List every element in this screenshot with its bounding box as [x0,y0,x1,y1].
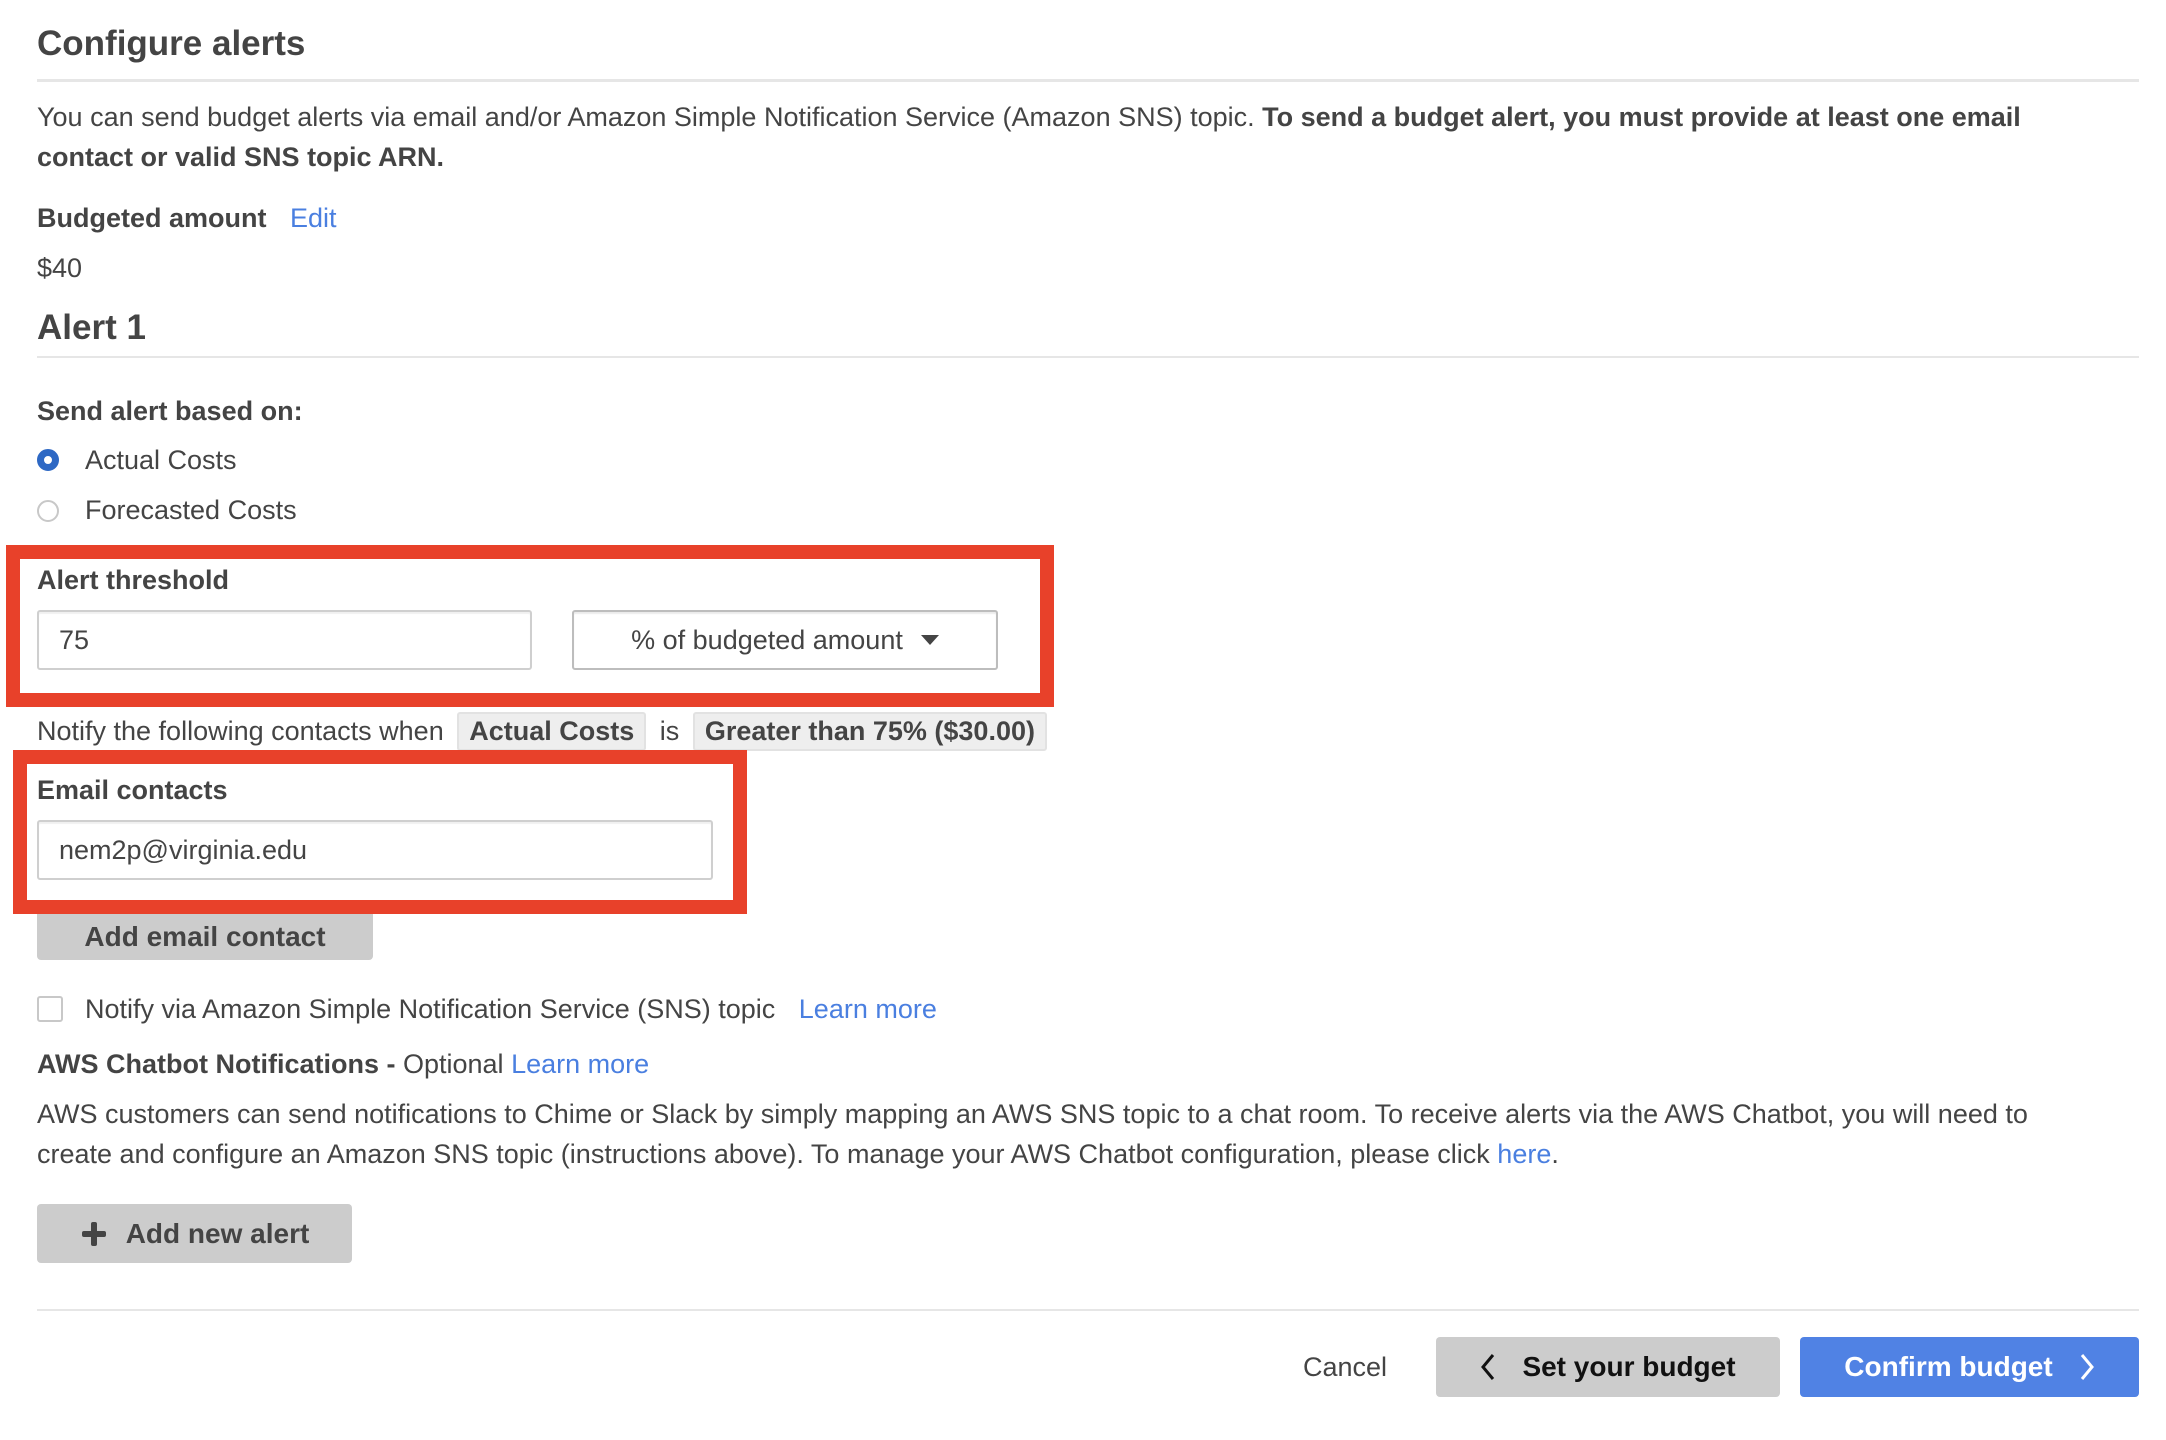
add-new-alert-label: Add new alert [125,1217,310,1249]
set-your-budget-label: Set your budget [1522,1351,1736,1382]
radio-forecasted-costs-label: Forecasted Costs [85,495,297,525]
sns-checkbox[interactable] [37,996,63,1022]
alert-threshold-label: Alert threshold [37,565,230,595]
budgeted-amount-label: Budgeted amount [37,203,267,233]
chatbot-learn-more-link[interactable]: Learn more [511,1049,649,1079]
intro-text-line2: contact or valid SNS topic ARN. [37,142,445,172]
edit-budget-link[interactable]: Edit [290,203,337,233]
add-new-alert-button[interactable]: Add new alert [37,1204,352,1263]
email-contact-value: nem2p@virginia.edu [59,834,308,865]
condition-chip: Greater than 75% ($30.00) [692,712,1047,751]
title-divider [37,79,2139,82]
chatbot-desc-end: . [1551,1139,1559,1169]
radio-actual-costs[interactable]: Actual Costs [37,445,437,477]
footer-divider [37,1309,2139,1311]
notify-summary-prefix: Notify the following contacts when [37,716,444,746]
chevron-left-icon [1481,1354,1495,1380]
radio-unselected-icon[interactable] [37,500,59,522]
threshold-unit-select[interactable]: % of budgeted amount [572,610,998,670]
add-email-contact-label: Add email contact [84,921,326,952]
set-your-budget-button[interactable]: Set your budget [1436,1337,1780,1397]
budgeted-amount-row: Budgeted amount Edit [37,203,337,234]
chatbot-title: AWS Chatbot Notifications - [37,1049,396,1079]
threshold-unit-value: % of budgeted amount [631,624,903,655]
alert-threshold-value: 75 [59,624,90,655]
cost-type-chip: Actual Costs [457,712,647,751]
chatbot-desc-line2: create and configure an Amazon SNS topic… [37,1139,1559,1170]
email-contact-input[interactable]: nem2p@virginia.edu [37,820,713,880]
sns-label: Notify via Amazon Simple Notification Se… [85,994,776,1024]
chatbot-desc-line1: AWS customers can send notifications to … [37,1099,2028,1129]
intro-text-line1: You can send budget alerts via email and… [37,102,2021,133]
chatbot-desc-text: create and configure an Amazon SNS topic… [37,1139,1498,1169]
add-email-contact-button[interactable]: Add email contact [37,914,373,960]
email-contacts-label: Email contacts [37,775,228,805]
send-alert-label: Send alert based on: [37,396,303,426]
confirm-budget-label: Confirm budget [1844,1351,2053,1382]
radio-forecasted-costs[interactable]: Forecasted Costs [37,495,437,527]
alert-divider [37,356,2139,358]
chatbot-optional: Optional [395,1049,504,1079]
radio-selected-icon[interactable] [37,449,59,471]
chatbot-heading: AWS Chatbot Notifications - Optional Lea… [37,1049,649,1080]
sns-learn-more-link[interactable]: Learn more [799,994,937,1024]
cancel-button[interactable]: Cancel [1303,1352,1387,1383]
chevron-down-icon [920,635,939,645]
chevron-right-icon [2080,1354,2094,1380]
alert-title: Alert 1 [37,308,146,347]
alert-threshold-input[interactable]: 75 [37,610,532,670]
chatbot-here-link[interactable]: here [1497,1139,1551,1169]
page-title: Configure alerts [37,24,306,63]
radio-actual-costs-label: Actual Costs [85,445,237,475]
confirm-budget-button[interactable]: Confirm budget [1800,1337,2139,1397]
notify-summary-connector: is [659,716,680,746]
notify-summary: Notify the following contacts when Actua… [37,712,1047,751]
sns-row: Notify via Amazon Simple Notification Se… [85,994,937,1025]
intro-text-bold: To send a budget alert, you must provide… [1262,102,2021,132]
intro-text-regular: You can send budget alerts via email and… [37,102,1263,132]
budgeted-amount-value: $40 [37,253,83,283]
plus-icon [81,1221,106,1246]
